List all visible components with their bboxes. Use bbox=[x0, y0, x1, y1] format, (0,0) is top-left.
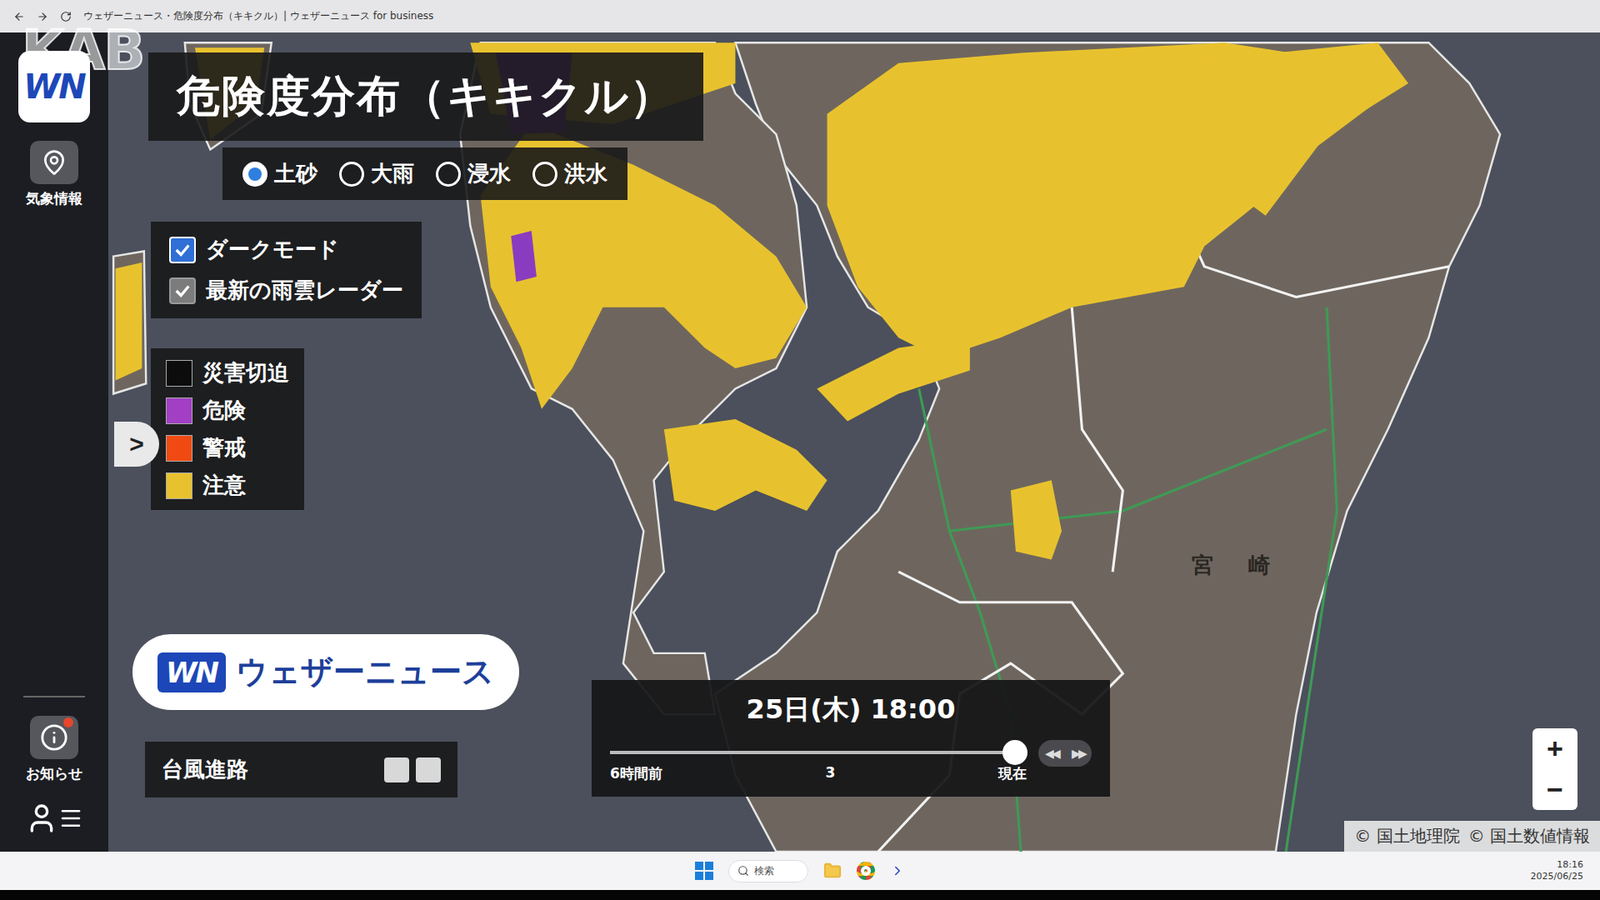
legend-item: 注意 bbox=[165, 470, 290, 500]
folder-icon[interactable] bbox=[823, 861, 842, 880]
attribution: © 国土地理院© 国土数値情報 bbox=[1344, 820, 1600, 852]
zoom-control: +− bbox=[1532, 728, 1578, 810]
browser-title: ウェザーニュース・危険度分布（キキクル）| ウェザーニュース for busin… bbox=[83, 9, 434, 24]
browser-bar: ウェザーニュース・危険度分布（キキクル）| ウェザーニュース for busin… bbox=[0, 0, 1600, 33]
map-title: 危険度分布（キキクル） bbox=[148, 52, 704, 141]
brand-mark: WN bbox=[157, 652, 226, 693]
notice-badge bbox=[63, 717, 74, 728]
screen: ウェザーニュース・危険度分布（キキクル）| ウェザーニュース for busin… bbox=[0, 0, 1600, 900]
start-icon[interactable] bbox=[695, 861, 714, 880]
app-icon[interactable] bbox=[890, 863, 905, 879]
legend-swatch bbox=[165, 360, 193, 387]
time-slider[interactable] bbox=[610, 750, 1015, 755]
info-icon bbox=[30, 715, 79, 760]
app-logo[interactable]: WN bbox=[18, 50, 90, 123]
taskbar-search[interactable]: 検索 bbox=[728, 860, 809, 883]
notice-item[interactable]: お知らせ bbox=[25, 715, 83, 784]
channel-watermark: KAB bbox=[21, 18, 145, 83]
zoom-button[interactable]: − bbox=[1532, 769, 1578, 810]
reload-icon[interactable] bbox=[60, 10, 72, 23]
zoom-button[interactable]: + bbox=[1532, 728, 1578, 770]
chrome-icon[interactable] bbox=[856, 861, 875, 880]
map-label: 宮 崎 bbox=[1191, 550, 1277, 580]
sidebar-item[interactable]: 気象情報 bbox=[25, 140, 83, 209]
bezel bbox=[0, 890, 1600, 900]
forward-icon[interactable] bbox=[36, 10, 49, 23]
legend-swatch bbox=[165, 472, 193, 500]
typhoon-toggle[interactable] bbox=[415, 757, 441, 783]
option-checkbox[interactable]: 最新の雨雲レーダー bbox=[169, 275, 404, 305]
expand-button[interactable]: > bbox=[114, 421, 160, 467]
legend-swatch bbox=[165, 397, 193, 425]
main: WN 気象情報お知らせ 宮 崎 危険度分布（キキクル） 土砂大雨浸水洪水ダークモード最新… bbox=[0, 32, 1600, 852]
radio-circle bbox=[339, 161, 365, 187]
check-icon bbox=[173, 281, 192, 300]
radio-circle bbox=[435, 161, 461, 187]
layer-radio[interactable]: 土砂 bbox=[242, 159, 318, 189]
radio-circle bbox=[242, 161, 268, 187]
current-time: 25日(木) 18:00 bbox=[610, 691, 1092, 729]
checkbox-box bbox=[169, 277, 196, 305]
map-pin-icon bbox=[30, 140, 79, 185]
map[interactable]: 宮 崎 危険度分布（キキクル） 土砂大雨浸水洪水ダークモード最新の雨雲レーダー災害切… bbox=[108, 32, 1600, 852]
layer-radio[interactable]: 浸水 bbox=[435, 159, 511, 189]
sidebar-separator bbox=[23, 695, 85, 698]
taskbar-clock[interactable]: 18:162025/06/25 bbox=[1530, 859, 1584, 884]
playback-controls: ◀◀▶▶ bbox=[1038, 740, 1092, 767]
options-panel: ダークモード最新の雨雲レーダー bbox=[150, 221, 422, 319]
back-icon[interactable] bbox=[13, 10, 25, 23]
check-icon bbox=[173, 240, 192, 260]
playback-button[interactable]: ▶▶ bbox=[1065, 740, 1092, 767]
brand-logo: WNウェザーニュース bbox=[132, 634, 520, 710]
legend-swatch bbox=[165, 435, 193, 462]
checkbox-box bbox=[169, 236, 196, 264]
taskbar: 検索 18:162025/06/25 bbox=[0, 851, 1600, 890]
radio-circle bbox=[532, 161, 558, 187]
layer-selector: 土砂大雨浸水洪水 bbox=[222, 147, 628, 200]
playback-button[interactable]: ◀◀ bbox=[1038, 740, 1065, 767]
title-panel: 危険度分布（キキクル） bbox=[148, 52, 704, 141]
legend-item: 警戒 bbox=[165, 433, 290, 463]
typhoon-toggle[interactable] bbox=[384, 757, 410, 783]
legend-item: 危険 bbox=[165, 395, 290, 425]
slider-thumb[interactable] bbox=[1002, 740, 1028, 765]
option-checkbox[interactable]: ダークモード bbox=[169, 235, 404, 265]
legend: 災害切迫危険警戒注意 bbox=[150, 348, 305, 510]
sidebar: WN 気象情報お知らせ bbox=[0, 32, 109, 852]
typhoon-panel: 台風進路 bbox=[145, 741, 458, 798]
timeline-panel: 25日(木) 18:006時間前3現在◀◀▶▶ bbox=[591, 680, 1110, 797]
user-menu-icon[interactable] bbox=[25, 801, 84, 835]
search-icon bbox=[737, 865, 750, 877]
brand-name: ウェザーニュース bbox=[235, 650, 495, 694]
legend-item: 災害切迫 bbox=[165, 358, 290, 388]
layer-radio[interactable]: 洪水 bbox=[532, 159, 608, 189]
layer-radio[interactable]: 大雨 bbox=[339, 159, 415, 189]
